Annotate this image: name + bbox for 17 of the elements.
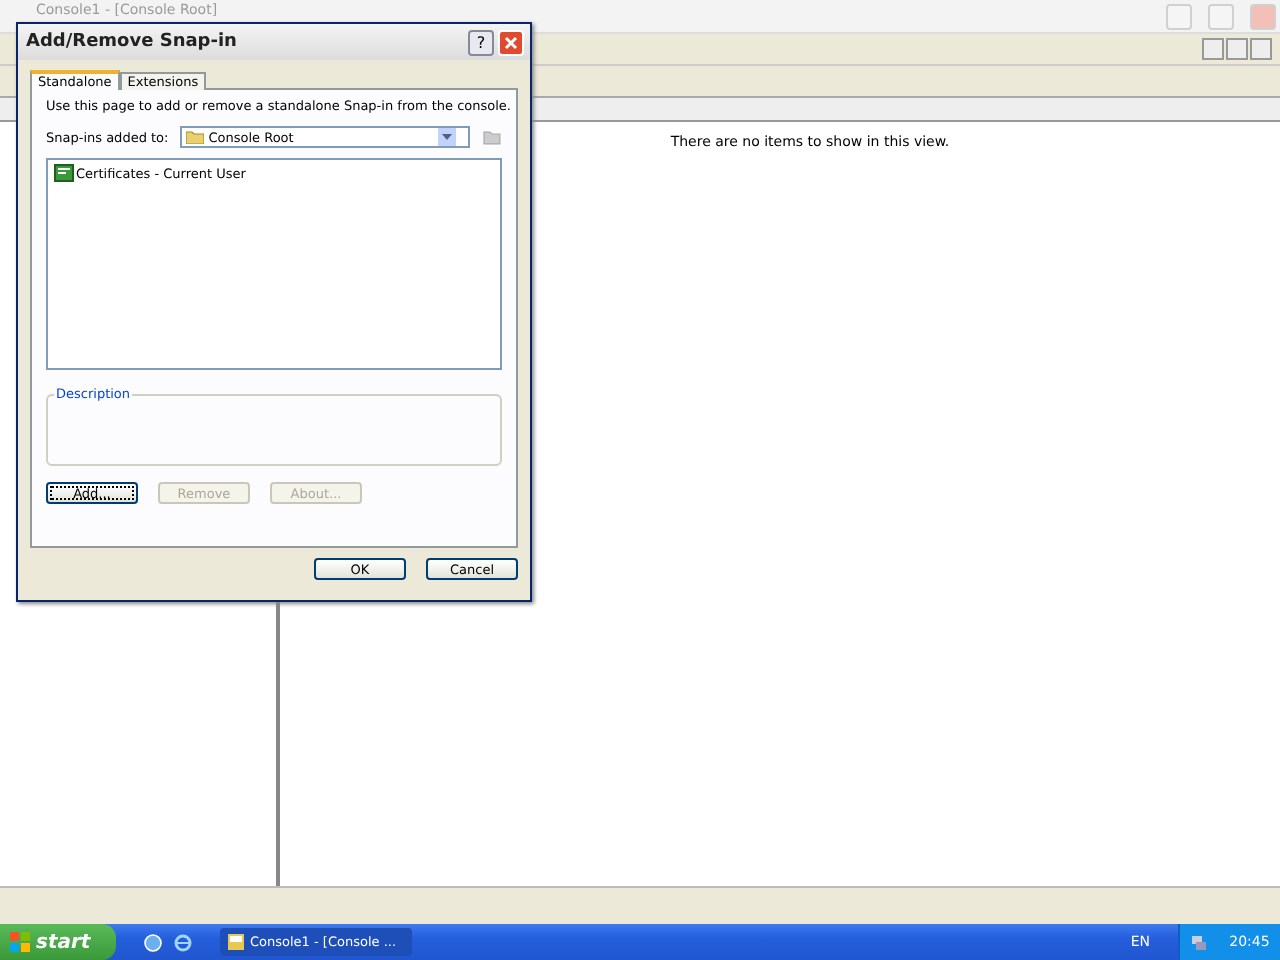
certificate-icon [54, 164, 74, 182]
restore-button[interactable] [1226, 38, 1248, 60]
console-icon [228, 934, 244, 950]
network-icon[interactable] [1190, 933, 1209, 951]
caret-icon [442, 134, 453, 140]
close-icon [504, 35, 518, 49]
minimize-button[interactable] [1202, 38, 1224, 60]
up-folder-icon[interactable] [482, 128, 502, 146]
desktop-icon[interactable] [144, 933, 162, 951]
windows-flag-icon [10, 932, 30, 952]
close-button[interactable] [1250, 38, 1272, 60]
folder-icon [186, 130, 205, 144]
dialog-title: Add/Remove Snap-in [26, 32, 239, 52]
minimize-button[interactable] [1166, 3, 1192, 29]
browser-icon[interactable] [174, 933, 192, 951]
help-button[interactable]: ? [468, 29, 494, 55]
maximize-button[interactable] [1208, 3, 1234, 29]
